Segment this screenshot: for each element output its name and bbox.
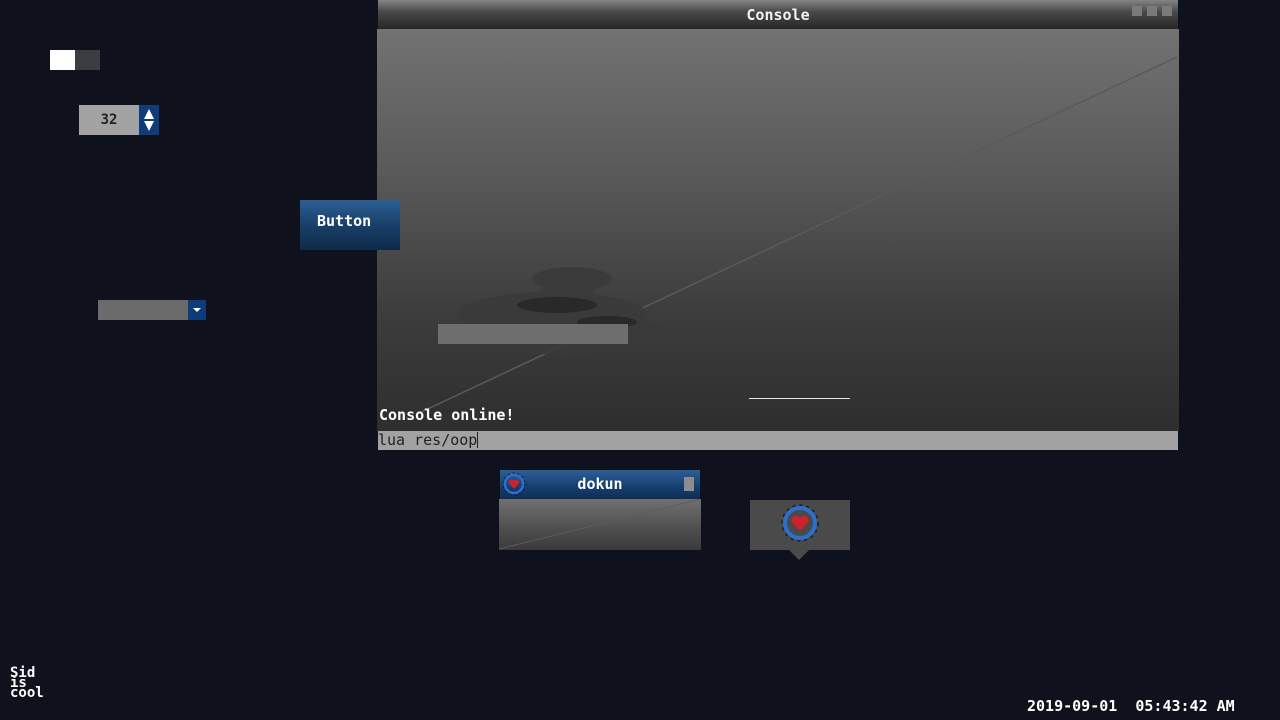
number-spinbox[interactable]: 32 [79, 105, 159, 135]
dokun-title: dokun [577, 475, 623, 493]
button[interactable]: Button [300, 200, 400, 250]
console-output-line: Console online! [379, 406, 515, 424]
minimize-button[interactable] [1132, 6, 1142, 16]
spinbox-arrows[interactable] [139, 105, 159, 135]
chevron-down-icon [193, 308, 201, 312]
toggle-knob[interactable] [50, 50, 75, 70]
combo-box[interactable] [98, 300, 208, 320]
dokun-close-button[interactable] [684, 477, 694, 491]
dokun-background-art [499, 499, 701, 550]
text-caret [477, 432, 479, 448]
console-titlebar[interactable]: Console [378, 0, 1178, 29]
triangle-down-icon[interactable] [143, 120, 155, 132]
triangle-up-icon[interactable] [143, 108, 155, 120]
console-input-text: lua res/oop [378, 431, 478, 449]
sid-line: cool [10, 685, 44, 701]
close-button[interactable] [1162, 6, 1172, 16]
maximize-button[interactable] [1147, 6, 1157, 16]
embedded-text-field[interactable] [438, 324, 628, 344]
tooltip [750, 500, 850, 560]
clock-time: 05:43:42 AM [1135, 697, 1235, 715]
tooltip-tail [789, 550, 809, 560]
dokun-titlebar[interactable]: dokun [500, 470, 700, 499]
window-controls [1132, 6, 1172, 16]
console-title: Console [746, 6, 810, 24]
heart-target-logo-icon [781, 504, 819, 542]
sid-label: Sid is cool [10, 666, 44, 701]
spinbox-value[interactable]: 32 [79, 105, 139, 135]
embedded-slider-track[interactable] [749, 398, 850, 399]
heart-target-logo-icon [502, 472, 526, 496]
clock-date: 2019-09-01 [1027, 697, 1118, 715]
toggle-switch[interactable] [50, 50, 100, 70]
clock: 2019-09-01 05:43:42 AM [1027, 697, 1235, 715]
combo-box-arrow[interactable] [188, 300, 206, 320]
console-input[interactable]: lua res/oop [378, 431, 1178, 450]
console-background-art [416, 56, 1178, 415]
console-body [377, 29, 1179, 431]
dokun-body [499, 499, 701, 550]
combo-box-field[interactable] [98, 300, 188, 320]
